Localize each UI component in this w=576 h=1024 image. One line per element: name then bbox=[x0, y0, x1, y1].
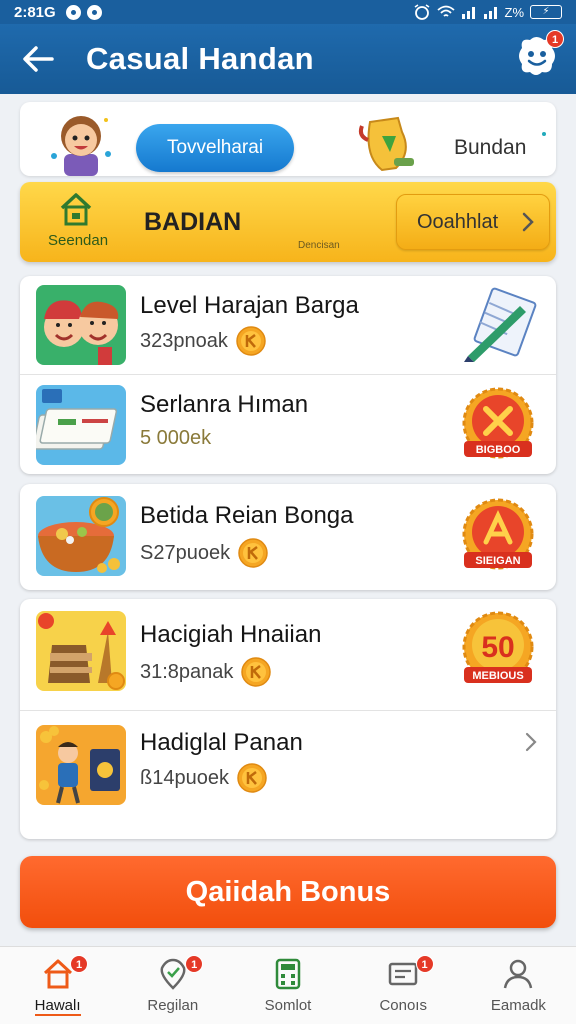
status-bar: 2:81G Z% ⚡ bbox=[0, 0, 576, 24]
badge-label: SIEIGAN bbox=[475, 555, 520, 567]
chevron-right-icon bbox=[522, 212, 534, 232]
food-bowl-thumbnail bbox=[36, 496, 126, 576]
page-title: Casual Handan bbox=[86, 41, 314, 76]
bottom-nav: 1 Hawalı 1 Regilan Somlot 1 Conoıs Eamad… bbox=[0, 946, 576, 1024]
bonus-button[interactable]: Qaiidah Bonus bbox=[20, 856, 556, 928]
banner-sub-label: Seendan bbox=[48, 232, 109, 249]
task-name: Hacigiah Hnaiian bbox=[140, 621, 322, 648]
app-bar: Casual Handan 1 bbox=[0, 24, 576, 94]
task-reward: 323pnoak bbox=[140, 326, 266, 356]
banner-button[interactable]: Ooahhlat bbox=[396, 194, 550, 250]
task-name: Hadiglal Panan bbox=[140, 729, 303, 756]
home-icon bbox=[60, 193, 92, 226]
task-list-card: Betida Reian Bonga S27puoek SIEIGAN bbox=[20, 484, 556, 590]
task-row[interactable]: Hacigiah Hnaiian 31:8panak 50 MEBIOUS bbox=[20, 599, 556, 709]
task-name: Level Harajan Barga bbox=[140, 292, 359, 319]
jug-icon bbox=[358, 116, 414, 172]
nav-tab-conois[interactable]: 1 Conoıs bbox=[346, 947, 461, 1024]
mascot-avatar bbox=[51, 116, 111, 176]
back-button[interactable] bbox=[8, 29, 68, 89]
task-reward: 5 000ek bbox=[140, 427, 211, 450]
notification-icon bbox=[86, 4, 102, 20]
medal-badge-icon: SIEIGAN bbox=[462, 498, 534, 570]
notepad-pencil-icon bbox=[464, 287, 537, 362]
medal-badge-icon: 50 MEBIOUS bbox=[462, 611, 534, 683]
nav-tab-label: Regilan bbox=[147, 997, 199, 1014]
notification-icon bbox=[65, 4, 81, 20]
signal-icon bbox=[483, 7, 497, 19]
task-reward: S27puoek bbox=[140, 538, 268, 568]
user-icon bbox=[504, 959, 533, 989]
coin-icon bbox=[236, 326, 266, 356]
nav-tab-label: Hawalı bbox=[34, 997, 81, 1016]
task-row[interactable]: Serlanra Hıman 5 000ek BIGBOO bbox=[20, 375, 556, 474]
nav-tab-label: Eamadk bbox=[490, 997, 546, 1014]
vase-thumbnail bbox=[36, 611, 126, 691]
alarm-icon bbox=[414, 4, 429, 20]
notification-badge: 1 bbox=[415, 955, 434, 973]
top-card-button[interactable]: Tovvelharai bbox=[136, 124, 294, 172]
task-list-card: Hacigiah Hnaiian 31:8panak 50 MEBIOUS Ha… bbox=[20, 599, 556, 839]
banner-card: Seendan BADIAN Dencisan Ooahhlat bbox=[20, 182, 556, 262]
reward-badge[interactable]: BIGBOO bbox=[458, 385, 538, 465]
banner-title: BADIAN bbox=[144, 208, 242, 236]
nav-tab-label: Conoıs bbox=[379, 997, 427, 1014]
top-card-label: Bundan bbox=[454, 136, 527, 159]
status-time: 2:81G bbox=[14, 3, 56, 21]
task-reward-value: 5 000ek bbox=[140, 427, 212, 449]
battery-percent: Z% bbox=[504, 4, 525, 20]
main-content: Tovvelharai Bundan Seendan BADIAN Dencis… bbox=[0, 94, 576, 946]
player-thumbnail bbox=[36, 725, 126, 805]
nav-tab-somlot[interactable]: Somlot bbox=[230, 947, 345, 1024]
notification-badge: 1 bbox=[70, 955, 88, 973]
nav-tab-label: Somlot bbox=[264, 997, 312, 1014]
coin-icon bbox=[238, 538, 268, 568]
coin-icon bbox=[237, 763, 267, 793]
wifi-icon bbox=[436, 5, 455, 17]
badge-number: 50 bbox=[481, 631, 514, 664]
top-card: Tovvelharai Bundan bbox=[20, 102, 556, 176]
coin-icon bbox=[241, 657, 272, 687]
nav-tab-profile[interactable]: Eamadk bbox=[461, 947, 576, 1024]
chevron-right-icon[interactable] bbox=[524, 731, 538, 753]
task-row[interactable]: Betida Reian Bonga S27puoek SIEIGAN bbox=[20, 484, 556, 590]
arrow-left-icon bbox=[23, 46, 54, 72]
banner-button-label: Ooahhlat bbox=[417, 210, 499, 233]
task-reward-value: 31:8panak bbox=[140, 660, 234, 683]
task-row[interactable]: Hadiglal Panan ß14puoek bbox=[20, 711, 556, 839]
badge-label: MEBIOUS bbox=[472, 670, 523, 682]
badge-label: BIGBOO bbox=[476, 444, 521, 456]
notification-badge: 1 bbox=[185, 955, 204, 973]
reward-badge[interactable]: SIEIGAN bbox=[458, 496, 538, 576]
calculator-icon bbox=[275, 958, 301, 990]
task-reward-value: S27puoek bbox=[140, 541, 231, 564]
task-reward-value: ß14puoek bbox=[140, 766, 229, 789]
task-reward-value: 323pnoak bbox=[140, 329, 228, 352]
task-list-card: Level Harajan Barga 323pnoak Serlanra Hı… bbox=[20, 276, 556, 474]
task-reward: ß14puoek bbox=[140, 763, 267, 793]
banner-tiny-text: Dencisan bbox=[298, 240, 340, 251]
friends-thumbnail bbox=[36, 285, 126, 365]
task-name: Betida Reian Bonga bbox=[140, 502, 354, 529]
chatbot-button[interactable]: 1 bbox=[514, 30, 564, 80]
sparkle-icon bbox=[542, 132, 546, 136]
medal-badge-icon: BIGBOO bbox=[462, 387, 534, 459]
nav-tab-home[interactable]: 1 Hawalı bbox=[0, 947, 115, 1024]
reward-badge[interactable]: 50 MEBIOUS bbox=[458, 611, 538, 691]
cash-stack-thumbnail bbox=[36, 385, 126, 465]
task-row[interactable]: Level Harajan Barga 323pnoak bbox=[20, 276, 556, 374]
battery-icon: ⚡ bbox=[530, 5, 562, 19]
notification-badge: 1 bbox=[546, 30, 564, 48]
task-name: Serlanra Hıman bbox=[140, 391, 309, 418]
signal-icon bbox=[461, 7, 475, 19]
task-reward: 31:8panak bbox=[140, 657, 272, 687]
nav-tab-regilan[interactable]: 1 Regilan bbox=[115, 947, 230, 1024]
